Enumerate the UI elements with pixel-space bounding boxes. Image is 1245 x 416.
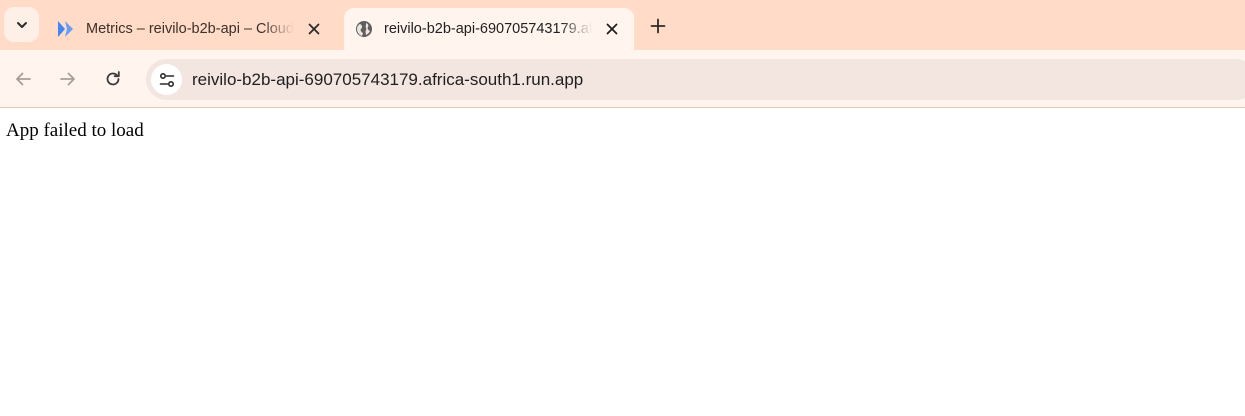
forward-arrow-icon bbox=[58, 69, 78, 89]
globe-icon bbox=[354, 19, 374, 39]
tab-metrics[interactable]: Metrics – reivilo-b2b-api – Cloud Run bbox=[46, 8, 336, 50]
address-bar[interactable]: reivilo-b2b-api-690705743179.africa-sout… bbox=[146, 59, 1245, 100]
plus-icon bbox=[650, 18, 666, 34]
back-arrow-icon bbox=[13, 69, 33, 89]
page-content: App failed to load bbox=[0, 108, 1245, 416]
close-icon[interactable] bbox=[600, 17, 624, 41]
tab-title: reivilo-b2b-api-690705743179.africa-sout… bbox=[384, 21, 592, 37]
reload-button[interactable] bbox=[98, 64, 128, 94]
chevron-down-icon bbox=[15, 18, 29, 32]
tab-strip: Metrics – reivilo-b2b-api – Cloud Run re… bbox=[0, 0, 1245, 50]
back-button[interactable] bbox=[8, 64, 38, 94]
forward-button[interactable] bbox=[53, 64, 83, 94]
url-text[interactable]: reivilo-b2b-api-690705743179.africa-sout… bbox=[192, 70, 583, 90]
tab-reivilo-app[interactable]: reivilo-b2b-api-690705743179.africa-sout… bbox=[344, 8, 634, 50]
tune-icon bbox=[158, 71, 176, 89]
new-tab-button[interactable] bbox=[644, 12, 672, 40]
cloud-run-icon bbox=[56, 19, 76, 39]
browser-window: Metrics – reivilo-b2b-api – Cloud Run re… bbox=[0, 0, 1245, 416]
tab-title: Metrics – reivilo-b2b-api – Cloud Run bbox=[86, 21, 294, 37]
error-message: App failed to load bbox=[6, 120, 144, 141]
tab-search-button[interactable] bbox=[4, 7, 39, 42]
close-icon[interactable] bbox=[302, 17, 326, 41]
reload-icon bbox=[103, 69, 123, 89]
site-info-button[interactable] bbox=[151, 64, 182, 95]
